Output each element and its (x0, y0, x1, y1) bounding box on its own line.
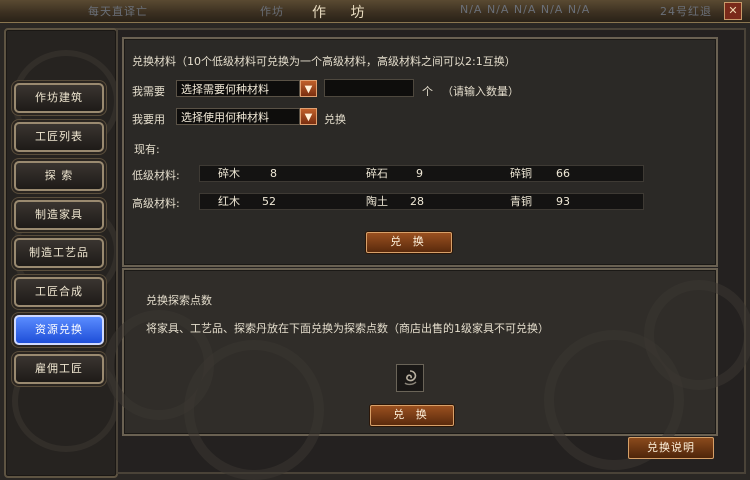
background-ghost-text: 每天直译亡 (88, 5, 148, 18)
exchange-material-button[interactable]: 兑 换 (366, 232, 452, 253)
material-count: 8 (270, 167, 277, 180)
material-count: 66 (556, 167, 570, 180)
close-icon[interactable]: ✕ (724, 2, 742, 20)
sidebar-item-craftsman-list[interactable]: 工匠列表 (14, 122, 104, 152)
high-material-label: 高级材料: (132, 197, 180, 210)
low-material-row: 碎木 8 碎石 9 碎铜 66 (199, 165, 644, 182)
sidebar-item-workshop-buildings[interactable]: 作坊建筑 (14, 83, 104, 113)
item-drop-slot[interactable] (396, 364, 424, 392)
background-ghost-text: 作坊 (260, 5, 284, 18)
sidebar-item-make-crafts[interactable]: 制造工艺品 (14, 238, 104, 268)
explore-header: 兑换探索点数 (146, 294, 212, 307)
decorative-ornament (184, 340, 324, 480)
use-label: 我要用 (132, 113, 165, 126)
background-ghost-text: 24号红退 (660, 5, 712, 18)
quantity-hint: （请输入数量） (442, 85, 519, 98)
low-material-label: 低级材料: (132, 169, 180, 182)
material-count: 93 (556, 195, 570, 208)
quantity-input[interactable] (324, 79, 414, 97)
sidebar-item-explore[interactable]: 探 索 (14, 161, 104, 191)
exchange-header: 兑换材料（10个低级材料可兑换为一个高级材料，高级材料之间可以2:1互换） (132, 55, 516, 68)
high-material-row: 红木 52 陶土 28 青铜 93 (199, 193, 644, 210)
use-material-select[interactable]: 选择使用何种材料 (176, 108, 300, 125)
material-name: 碎木 (218, 167, 240, 180)
material-name: 陶土 (366, 195, 388, 208)
explore-description: 将家具、工艺品、探索丹放在下面兑换为探索点数（商店出售的1级家具不可兑换） (146, 322, 549, 335)
chevron-down-icon[interactable]: ▼ (300, 108, 317, 125)
quantity-unit: 个 (422, 85, 433, 98)
background-ghost-text: N/A N/A N/A N/A N/A (460, 3, 591, 16)
material-exchange-panel: 兑换材料（10个低级材料可兑换为一个高级材料，高级材料之间可以2:1互换） 我需… (122, 37, 718, 267)
exchange-help-button[interactable]: 兑换说明 (628, 437, 714, 459)
decorative-ornament (644, 280, 750, 390)
exchange-points-button[interactable]: 兑 换 (370, 405, 454, 426)
chevron-down-icon[interactable]: ▼ (300, 80, 317, 97)
sidebar-item-hire-craftsman[interactable]: 雇佣工匠 (14, 354, 104, 384)
material-name: 红木 (218, 195, 240, 208)
material-count: 28 (410, 195, 424, 208)
title-bar: 每天直译亡 作坊 作 坊 N/A N/A N/A N/A N/A 24号红退 ✕ (0, 0, 750, 23)
explore-points-panel: 兑换探索点数 将家具、工艺品、探索丹放在下面兑换为探索点数（商店出售的1级家具不… (104, 268, 750, 480)
material-count: 52 (262, 195, 276, 208)
window-title: 作 坊 (312, 5, 375, 21)
have-label: 现有: (134, 143, 160, 156)
use-suffix: 兑换 (324, 113, 346, 126)
material-name: 青铜 (510, 195, 532, 208)
sidebar-item-resource-exchange[interactable]: 资源兑换 (14, 315, 104, 345)
need-label: 我需要 (132, 85, 165, 98)
sidebar-item-craftsman-synthesis[interactable]: 工匠合成 (14, 277, 104, 307)
need-material-select[interactable]: 选择需要何种材料 (176, 80, 300, 97)
swirl-icon (404, 370, 417, 386)
material-count: 9 (416, 167, 423, 180)
sidebar-item-make-furniture[interactable]: 制造家具 (14, 200, 104, 230)
material-name: 碎铜 (510, 167, 532, 180)
material-name: 碎石 (366, 167, 388, 180)
